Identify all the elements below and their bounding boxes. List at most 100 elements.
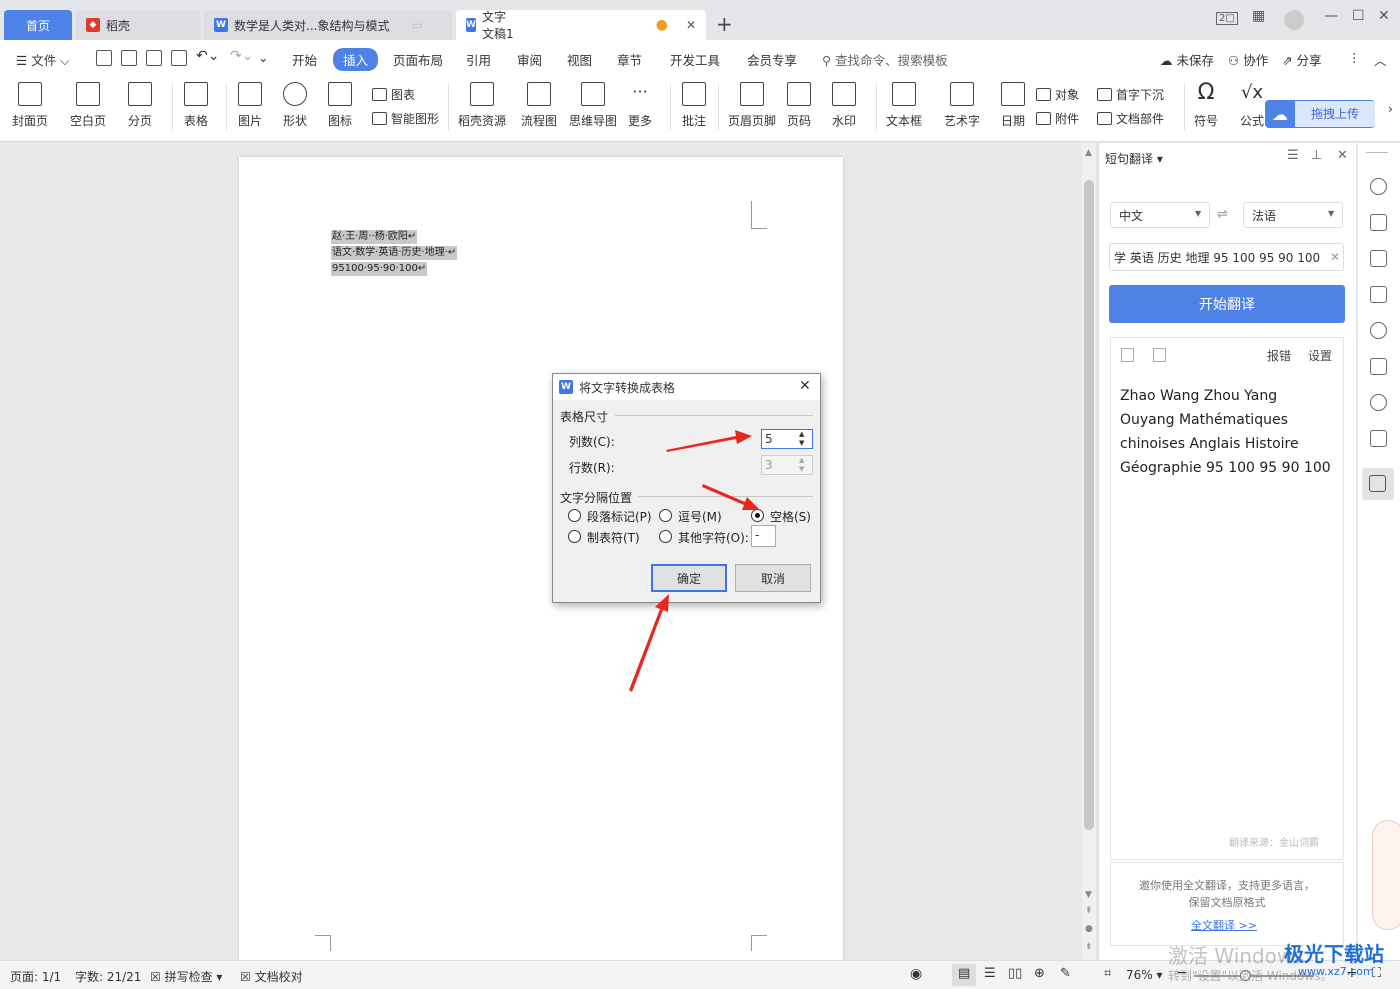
report-error-link[interactable]: 报错 — [1267, 347, 1291, 364]
menu-view[interactable]: 视图 — [567, 50, 592, 69]
cursor-icon[interactable] — [1370, 250, 1387, 267]
pen-mode-icon[interactable]: ✎ — [1060, 966, 1071, 981]
collapse-ribbon-icon[interactable]: ︿ — [1374, 50, 1387, 69]
page-number-button[interactable]: 页码 — [787, 82, 811, 129]
dialog-close-icon[interactable]: ✕ — [799, 378, 811, 394]
file-menu[interactable]: ☰ 文件 ⌵ — [16, 50, 70, 69]
chart-button[interactable]: 图表 — [372, 86, 415, 103]
panel-title[interactable]: 短句翻译 ▾ — [1105, 150, 1163, 167]
menu-insert[interactable]: 插入 — [333, 48, 379, 71]
shape-button[interactable]: 形状 — [283, 82, 307, 129]
pin-icon[interactable]: ⊥ — [1311, 148, 1322, 163]
copy-doc-icon[interactable] — [1121, 348, 1134, 362]
settings-link[interactable]: 设置 — [1308, 347, 1332, 364]
command-search[interactable]: ⚲ 查找命令、搜索模板 — [822, 50, 948, 69]
blank-page-button[interactable]: 空白页 — [70, 82, 106, 129]
flowchart-button[interactable]: 流程图 — [521, 82, 557, 129]
next-page-icon[interactable]: ⇟ — [1085, 942, 1093, 952]
page-break-button[interactable]: 分页 — [128, 82, 152, 129]
watermark-button[interactable]: 水印 — [832, 82, 856, 129]
header-footer-button[interactable]: 页眉页脚 — [728, 82, 776, 129]
other-char-input[interactable]: - — [751, 525, 776, 547]
help-icon[interactable] — [1370, 322, 1387, 339]
export-pdf-icon[interactable] — [121, 50, 137, 66]
save-icon[interactable] — [96, 50, 112, 66]
radio-other-label[interactable]: 其他字符(O): — [678, 529, 749, 546]
web-view-icon[interactable]: ⊕ — [1034, 966, 1045, 981]
menu-start[interactable]: 开始 — [292, 50, 317, 69]
rocket-icon[interactable] — [1370, 178, 1387, 195]
translate-tool-button[interactable] — [1362, 468, 1394, 500]
dialog-titlebar[interactable]: W 将文字转换成表格 ✕ — [553, 374, 820, 400]
document-line[interactable]: 语文·数学·英语·历史·地理·↵ — [331, 246, 458, 260]
swap-language-icon[interactable]: ⇌ — [1217, 207, 1228, 222]
radio-tab[interactable] — [568, 530, 581, 543]
tab-daoke[interactable]: ◆ 稻壳 — [76, 10, 200, 40]
reading-view-icon[interactable]: ▯▯ — [1008, 966, 1022, 981]
grid-icon[interactable]: ▦ — [1252, 8, 1265, 24]
upload-button[interactable]: ☁ 拖拽上传 — [1265, 100, 1375, 128]
menu-references[interactable]: 引用 — [466, 50, 491, 69]
table-button[interactable]: 表格 — [184, 82, 208, 129]
attachment-button[interactable]: 附件 — [1036, 110, 1079, 127]
cover-page-button[interactable]: 封面页 — [12, 82, 48, 129]
copy-icon[interactable] — [1153, 348, 1166, 362]
tab-doc2[interactable]: W 文字文稿1 ● ✕ — [456, 10, 706, 41]
radio-comma[interactable] — [659, 509, 672, 522]
customize-icon[interactable]: ⌄ — [258, 50, 268, 65]
word-count[interactable]: 字数: 21/21 — [75, 968, 141, 985]
radio-space-label[interactable]: 空格(S) — [770, 508, 811, 525]
panel-menu-icon[interactable]: ☰ — [1287, 148, 1299, 163]
avatar[interactable] — [1284, 10, 1304, 30]
print-icon[interactable] — [146, 50, 162, 66]
minimize-icon[interactable]: — — [1324, 8, 1338, 24]
close-icon[interactable]: ✕ — [686, 18, 696, 32]
redo-icon[interactable]: ↷⌄ — [230, 48, 253, 64]
layout-icon[interactable]: 2□ — [1216, 12, 1238, 25]
more-options-icon[interactable]: ⋮ — [1348, 50, 1361, 65]
clear-icon[interactable]: ✕ — [1330, 250, 1340, 264]
ai-icon[interactable] — [1370, 358, 1387, 375]
smartart-button[interactable]: 智能图形 — [372, 110, 439, 127]
fit-page-icon[interactable]: ⌗ — [1104, 966, 1111, 981]
symbol-button[interactable]: Ω 符号 — [1194, 82, 1218, 129]
cols-spinner[interactable]: 5 ▲ ▼ — [761, 429, 813, 449]
full-translate-link[interactable]: 全文翻译 >> — [1191, 917, 1257, 933]
ok-button[interactable]: 确定 — [651, 564, 727, 592]
window-close-icon[interactable]: ✕ — [1378, 8, 1390, 24]
menu-chapter[interactable]: 章节 — [617, 50, 642, 69]
share-button[interactable]: ⇗ 分享 — [1282, 50, 1321, 69]
eye-icon[interactable]: ◉ — [910, 966, 922, 982]
outline-view-icon[interactable]: ☰ — [984, 966, 996, 981]
icon-button[interactable]: 图标 — [328, 82, 352, 129]
pen-icon[interactable] — [1370, 214, 1387, 231]
ribbon-scroll-right-icon[interactable]: › — [1388, 102, 1393, 116]
source-language-select[interactable]: 中文 ▼ — [1110, 202, 1210, 228]
new-tab-icon[interactable]: + — [716, 12, 733, 36]
print-preview-icon[interactable] — [171, 50, 187, 66]
menu-layout[interactable]: 页面布局 — [393, 50, 443, 69]
comment-button[interactable]: 批注 — [682, 82, 706, 129]
picture-button[interactable]: 图片 — [238, 82, 262, 129]
radio-space[interactable] — [751, 509, 764, 522]
date-button[interactable]: 日期 — [1001, 82, 1025, 129]
scroll-down-icon[interactable]: ▼ — [1085, 890, 1092, 900]
book-icon[interactable] — [1370, 430, 1387, 447]
maximize-icon[interactable]: ☐ — [1352, 8, 1365, 24]
radio-comma-label[interactable]: 逗号(M) — [678, 508, 722, 525]
zoom-select[interactable]: 76% ▾ — [1126, 968, 1163, 982]
cancel-button[interactable]: 取消 — [735, 564, 811, 592]
formula-button[interactable]: √x 公式 — [1240, 82, 1264, 129]
translate-input[interactable]: 学 英语 历史 地理 95 100 95 90 100 ✕ — [1109, 243, 1344, 271]
radio-paragraph-label[interactable]: 段落标记(P) — [587, 508, 652, 525]
menu-devtools[interactable]: 开发工具 — [670, 50, 720, 69]
compass-icon[interactable] — [1370, 394, 1387, 411]
scrollbar-thumb[interactable] — [1084, 180, 1094, 830]
daoke-resources-button[interactable]: 稻壳资源 — [458, 82, 506, 129]
undo-icon[interactable]: ↶⌄ — [196, 48, 219, 64]
spell-check-toggle[interactable]: ☒ 拼写检查 ▾ — [150, 968, 222, 985]
tab-doc1[interactable]: W 数学是人类对...象结构与模式 ▭ — [204, 10, 452, 40]
target-language-select[interactable]: 法语 ▼ — [1243, 202, 1343, 228]
more-button[interactable]: ··· 更多 — [628, 82, 652, 129]
unsaved-button[interactable]: ☁ 未保存 — [1160, 50, 1214, 69]
